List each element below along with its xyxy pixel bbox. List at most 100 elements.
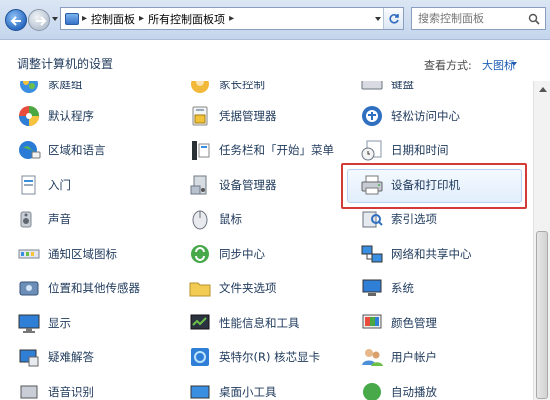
arrow-right-icon xyxy=(36,16,47,26)
search-input[interactable] xyxy=(418,12,523,25)
page-title: 调整计算机的设置 xyxy=(17,57,114,71)
item-date-time[interactable]: 日期和时间 xyxy=(360,135,530,165)
search-box[interactable] xyxy=(411,7,546,30)
color-management-icon xyxy=(360,311,384,335)
item-parental-controls[interactable]: 家长控制 xyxy=(188,81,358,99)
control-panel-items: 家庭组 默认程序 区域和语言 入门 声音 通知区域图标 位置和其他传感器 显示 … xyxy=(0,81,532,400)
network-icon xyxy=(360,242,384,266)
troubleshoot-icon xyxy=(17,345,41,369)
item-desktop-gadgets[interactable]: 桌面小工具 xyxy=(188,377,358,400)
sync-icon xyxy=(188,242,212,266)
item-sync-center[interactable]: 同步中心 xyxy=(188,239,358,269)
item-label: 轻松访问中心 xyxy=(391,109,460,123)
scroll-thumb[interactable] xyxy=(536,231,548,399)
document-icon xyxy=(17,173,41,197)
globe-icon xyxy=(17,138,41,162)
item-getting-started[interactable]: 入门 xyxy=(17,170,187,200)
item-autoplay[interactable]: 自动播放 xyxy=(360,377,530,400)
item-label: 系统 xyxy=(391,281,414,295)
item-location-sensors[interactable]: 位置和其他传感器 xyxy=(17,273,187,303)
users-icon xyxy=(360,345,384,369)
item-label: 英特尔(R) 核芯显卡 xyxy=(219,350,321,364)
item-display[interactable]: 显示 xyxy=(17,308,187,338)
item-label: 疑难解答 xyxy=(48,350,94,364)
item-performance-tools[interactable]: 性能信息和工具 xyxy=(188,308,358,338)
item-label: 家庭组 xyxy=(48,81,83,91)
item-credential-manager[interactable]: 凭据管理器 xyxy=(188,101,358,131)
item-label: 颜色管理 xyxy=(391,316,437,330)
indexing-icon xyxy=(360,207,384,231)
item-default-programs[interactable]: 默认程序 xyxy=(17,101,187,131)
refresh-icon xyxy=(388,13,399,24)
scroll-up-icon[interactable] xyxy=(539,87,547,92)
autoplay-icon xyxy=(360,380,384,400)
item-ease-of-access[interactable]: 轻松访问中心 xyxy=(360,101,530,131)
item-label: 声音 xyxy=(48,212,71,226)
item-label: 索引选项 xyxy=(391,212,437,226)
device-manager-icon xyxy=(188,173,212,197)
chevron-right-icon[interactable]: ▸ xyxy=(82,13,87,24)
item-indexing-options[interactable]: 索引选项 xyxy=(360,204,530,234)
item-label: 日期和时间 xyxy=(391,143,449,157)
chevron-down-icon[interactable] xyxy=(511,62,517,66)
breadcrumb-all-items[interactable]: 所有控制面板项 xyxy=(148,11,225,27)
item-mouse[interactable]: 鼠标 xyxy=(188,204,358,234)
address-bar[interactable]: ▸ 控制面板 ▸ 所有控制面板项 ▸ xyxy=(60,7,404,30)
microphone-icon xyxy=(17,380,41,400)
item-label: 凭据管理器 xyxy=(219,109,277,123)
address-dropdown[interactable] xyxy=(375,17,381,21)
item-label: 用户帐户 xyxy=(391,350,437,364)
item-label: 任务栏和「开始」菜单 xyxy=(219,143,334,157)
arrow-left-icon xyxy=(10,16,21,26)
item-network-sharing[interactable]: 网络和共享中心 xyxy=(360,239,530,269)
default-programs-icon xyxy=(17,104,41,128)
item-label: 入门 xyxy=(48,178,71,192)
item-label: 自动播放 xyxy=(391,385,437,399)
keyboard-icon xyxy=(360,81,384,96)
item-color-management[interactable]: 颜色管理 xyxy=(360,308,530,338)
item-label: 设备管理器 xyxy=(219,178,277,192)
control-panel-icon xyxy=(65,12,79,25)
item-speech-recognition[interactable]: 语音识别 xyxy=(17,377,187,400)
credential-icon xyxy=(188,104,212,128)
parental-controls-icon xyxy=(188,81,212,96)
item-sound[interactable]: 声音 xyxy=(17,204,187,234)
item-label: 网络和共享中心 xyxy=(391,247,472,261)
item-notification-icons[interactable]: 通知区域图标 xyxy=(17,239,187,269)
speaker-icon xyxy=(17,207,41,231)
item-label: 家长控制 xyxy=(219,81,265,91)
recent-pages-dropdown[interactable] xyxy=(52,17,58,21)
item-label: 显示 xyxy=(48,316,71,330)
folder-icon xyxy=(188,276,212,300)
mouse-icon xyxy=(188,207,212,231)
item-device-manager[interactable]: 设备管理器 xyxy=(188,170,358,200)
item-homegroup[interactable]: 家庭组 xyxy=(17,81,187,99)
item-label: 性能信息和工具 xyxy=(219,316,300,330)
chevron-right-icon[interactable]: ▸ xyxy=(139,13,144,24)
item-keyboard[interactable]: 键盘 xyxy=(360,81,530,99)
highlight-frame xyxy=(341,163,527,209)
refresh-button[interactable] xyxy=(383,8,403,29)
item-region-language[interactable]: 区域和语言 xyxy=(17,135,187,165)
chevron-right-icon[interactable]: ▸ xyxy=(229,13,234,24)
vertical-scrollbar[interactable] xyxy=(533,81,550,400)
breadcrumb-control-panel[interactable]: 控制面板 xyxy=(91,11,135,27)
address-toolbar: ▸ 控制面板 ▸ 所有控制面板项 ▸ xyxy=(0,0,550,40)
item-troubleshooting[interactable]: 疑难解答 xyxy=(17,342,187,372)
forward-button[interactable] xyxy=(28,9,50,31)
item-label: 同步中心 xyxy=(219,247,265,261)
item-label: 文件夹选项 xyxy=(219,281,277,295)
monitor-icon xyxy=(17,311,41,335)
item-label: 鼠标 xyxy=(219,212,242,226)
page-header: 调整计算机的设置 查看方式: 大图标 xyxy=(0,41,550,81)
back-button[interactable] xyxy=(5,9,27,31)
accessibility-icon xyxy=(360,104,384,128)
item-intel-graphics[interactable]: 英特尔(R) 核芯显卡 xyxy=(188,342,358,372)
item-taskbar-start-menu[interactable]: 任务栏和「开始」菜单 xyxy=(188,135,358,165)
item-user-accounts[interactable]: 用户帐户 xyxy=(360,342,530,372)
item-system[interactable]: 系统 xyxy=(360,273,530,303)
item-folder-options[interactable]: 文件夹选项 xyxy=(188,273,358,303)
taskbar-start-icon xyxy=(188,138,212,162)
search-icon[interactable] xyxy=(528,13,540,25)
item-label: 通知区域图标 xyxy=(48,247,117,261)
